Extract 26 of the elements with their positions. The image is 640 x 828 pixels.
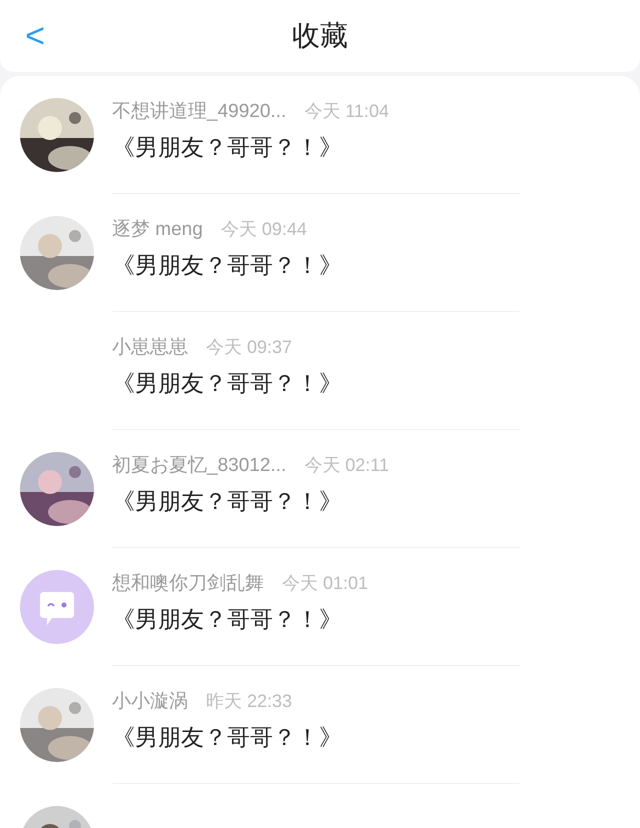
time-label: 今天 01:01 — [282, 572, 368, 595]
time-label: 昨天 22:33 — [206, 690, 292, 713]
story-title: 《男朋友？哥哥？！》 — [112, 133, 343, 162]
favorite-item[interactable]: 小崽崽崽 今天 09:37 《男朋友？哥哥？！》 — [0, 312, 640, 430]
favorite-item[interactable]: 小小漩涡 昨天 22:33 《男朋友？哥哥？！》 — [0, 666, 640, 784]
favorite-item[interactable]: 不想讲道理_49920... 今天 11:04 《男朋友？哥哥？！》 — [0, 76, 640, 194]
user-name: 小小漩涡 — [112, 690, 188, 714]
story-title: 《男朋友？哥哥？！》 — [112, 369, 342, 398]
chat-bubble-avatar-icon — [20, 570, 94, 644]
page-title: 收藏 — [292, 19, 348, 53]
user-name: 逐梦 meng — [112, 218, 203, 242]
story-title: 《男朋友？哥哥？！》 — [112, 605, 343, 634]
favorite-item[interactable]: 初夏お夏忆_83012... 今天 02:11 《男朋友？哥哥？！》 — [0, 430, 640, 548]
user-name: 想和噢你刀剑乱舞 — [112, 572, 264, 596]
time-label: 今天 11:04 — [304, 100, 389, 123]
user-name: 不想讲道理_49920... — [112, 100, 286, 124]
favorite-item[interactable]: 逐梦 meng 今天 09:44 《男朋友？哥哥？！》 — [0, 194, 640, 312]
favorite-item[interactable]: 想和噢你刀剑乱舞 今天 01:01 《男朋友？哥哥？！》 — [0, 548, 640, 666]
time-label: 今天 09:37 — [206, 336, 292, 359]
story-title: 《男朋友？哥哥？！》 — [112, 251, 342, 280]
time-label: 今天 09:44 — [220, 218, 307, 241]
time-label: 今天 02:11 — [304, 454, 389, 477]
story-title: 《男朋友？哥哥？！》 — [112, 487, 343, 516]
story-title: 《男朋友？哥哥？！》 — [112, 723, 342, 752]
user-name: 小崽崽崽 — [112, 336, 188, 360]
user-name: 初夏お夏忆_83012... — [112, 454, 286, 478]
